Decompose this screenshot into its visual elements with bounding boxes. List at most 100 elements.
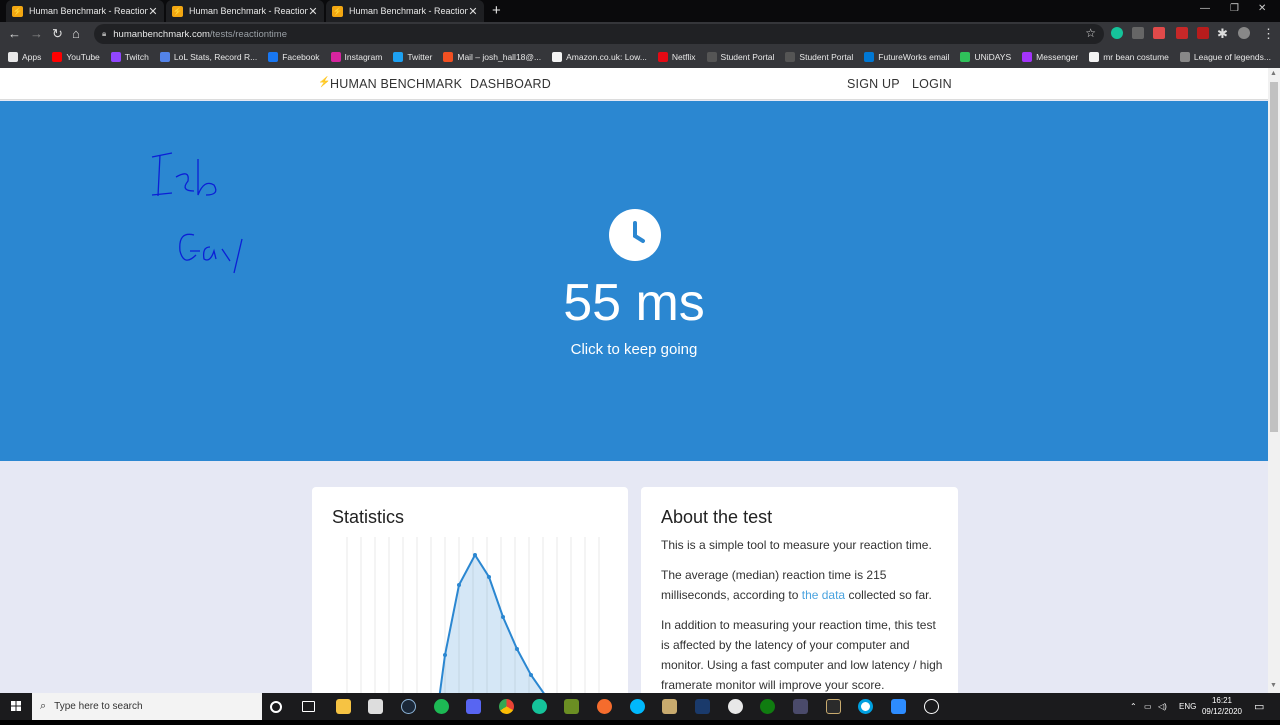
brand-link[interactable]: HUMAN BENCHMARK xyxy=(330,77,462,91)
reaction-distribution-chart xyxy=(346,537,600,693)
avatar[interactable] xyxy=(1238,27,1250,39)
extension-icon[interactable] xyxy=(1153,27,1165,39)
page-scrollbar[interactable]: ▲ ▼ xyxy=(1268,68,1280,693)
steam-icon[interactable] xyxy=(401,699,416,714)
close-icon[interactable]: ✕ xyxy=(468,5,478,18)
login-link[interactable]: LOGIN xyxy=(912,77,952,91)
about-paragraph: The average (median) reaction time is 21… xyxy=(661,565,946,605)
close-icon[interactable]: ✕ xyxy=(308,5,318,18)
browser-tab[interactable]: ⚡ Human Benchmark - Reaction Time ✕ xyxy=(166,0,324,22)
reaction-test-area[interactable]: 55 ms Click to keep going xyxy=(0,101,1268,461)
extension-icon[interactable] xyxy=(1176,27,1188,39)
app-icon[interactable] xyxy=(728,699,743,714)
chrome-icon[interactable] xyxy=(499,699,514,714)
league-of-legends-icon[interactable] xyxy=(662,699,677,714)
bookmark-item[interactable]: Apps xyxy=(8,52,41,62)
window-close-icon[interactable]: ✕ xyxy=(1258,3,1266,14)
signup-link[interactable]: SIGN UP xyxy=(847,77,900,91)
browser-tab[interactable]: ⚡ Human Benchmark - Reaction Time ✕ xyxy=(326,0,484,22)
bookmark-star-icon[interactable]: ☆ xyxy=(1085,26,1096,40)
store-icon[interactable] xyxy=(368,699,383,714)
minimize-icon[interactable]: — xyxy=(1200,3,1210,14)
scrollbar-thumb[interactable] xyxy=(1270,82,1278,432)
language-indicator[interactable]: ENG xyxy=(1179,702,1196,711)
puzzle-icon[interactable]: ✱ xyxy=(1217,26,1228,42)
browser-toolbar: ← → ↻ ⌂ 🔒︎ humanbenchmark.com/tests/reac… xyxy=(0,22,1280,46)
bookmark-item[interactable]: Mail – josh_hall18@... xyxy=(443,52,541,62)
bookmark-item[interactable]: Instagram xyxy=(330,52,382,62)
taskbar-search-box[interactable]: ⌕ Type here to search xyxy=(32,693,262,720)
bookmark-item[interactable]: YouTube xyxy=(52,52,100,62)
bookmark-item[interactable]: LoL Stats, Record R... xyxy=(159,52,257,62)
search-placeholder: Type here to search xyxy=(54,701,143,712)
grammarly-extension-icon[interactable] xyxy=(1111,27,1123,39)
bookmark-item[interactable]: mr bean costume xyxy=(1089,52,1169,62)
about-text: collected so far. xyxy=(845,588,932,602)
new-tab-icon[interactable]: + xyxy=(492,2,501,19)
bookmark-item[interactable]: Twitter xyxy=(393,52,432,62)
apps-grid-icon xyxy=(8,52,18,62)
file-explorer-icon[interactable] xyxy=(336,699,351,714)
bookmark-favicon-icon xyxy=(159,52,170,62)
taskbar-clock[interactable]: 16:21 09/12/2020 xyxy=(1196,695,1248,717)
windows-start-icon[interactable] xyxy=(0,693,32,720)
reload-icon[interactable]: ↻ xyxy=(52,26,63,42)
zoom-icon[interactable] xyxy=(891,699,906,714)
network-icon[interactable]: ▭ xyxy=(1144,702,1152,711)
extension-icon[interactable] xyxy=(1197,27,1209,39)
menu-icon[interactable]: ⋮ xyxy=(1262,26,1275,42)
bookmark-item[interactable]: Amazon.co.uk: Low... xyxy=(552,52,647,62)
tab-title: Human Benchmark - Reaction Time xyxy=(29,6,148,16)
bookmark-item[interactable]: Netflix xyxy=(657,52,696,62)
bookmark-item[interactable]: Twitch xyxy=(110,52,149,62)
app-icon[interactable] xyxy=(924,699,939,714)
search-icon: ⌕ xyxy=(40,700,47,712)
bookmark-label: Messenger xyxy=(1036,52,1079,62)
bookmark-label: Mail – josh_hall18@... xyxy=(457,52,542,62)
bookmark-item[interactable]: FutureWorks email xyxy=(864,52,949,62)
scroll-up-icon[interactable]: ▲ xyxy=(1270,70,1277,77)
app-icon[interactable] xyxy=(793,699,808,714)
chevron-up-icon[interactable]: ⌃ xyxy=(1130,702,1137,711)
spotify-icon[interactable] xyxy=(434,699,449,714)
origin-icon[interactable] xyxy=(597,699,612,714)
data-link[interactable]: the data xyxy=(802,588,845,602)
bookmark-item[interactable]: Student Portal xyxy=(785,52,853,62)
bookmark-label: mr bean costume xyxy=(1103,52,1169,62)
back-icon[interactable]: ← xyxy=(8,26,21,42)
extension-icon[interactable] xyxy=(1132,27,1144,39)
app-icon[interactable] xyxy=(695,699,710,714)
bookmark-favicon-icon xyxy=(330,52,341,62)
logitech-icon[interactable] xyxy=(630,699,645,714)
bookmark-item[interactable]: Facebook xyxy=(268,52,320,62)
volume-icon[interactable]: ◁) xyxy=(1158,702,1167,711)
app-icon[interactable] xyxy=(858,699,873,714)
maximize-icon[interactable]: ❐ xyxy=(1230,3,1239,14)
bookmark-favicon-icon xyxy=(657,52,668,62)
bookmark-label: Twitter xyxy=(407,52,433,62)
grammarly-icon[interactable] xyxy=(532,699,547,714)
notifications-icon[interactable]: ▭ xyxy=(1254,700,1264,713)
legends-of-runeterra-icon[interactable] xyxy=(826,699,841,714)
bookmark-item[interactable]: League of legends... xyxy=(1179,52,1271,62)
bookmark-favicon-icon xyxy=(706,52,717,62)
lock-icon: 🔒︎ xyxy=(102,29,107,38)
discord-icon[interactable] xyxy=(466,699,481,714)
bookmark-item[interactable]: UNiDAYS xyxy=(960,52,1011,62)
bookmark-item[interactable]: Student Portal xyxy=(706,52,774,62)
url-host: humanbenchmark.com xyxy=(113,28,210,40)
forward-icon[interactable]: → xyxy=(30,26,43,42)
browser-tab[interactable]: ⚡ Human Benchmark - Reaction Time ✕ xyxy=(6,0,164,22)
scroll-down-icon[interactable]: ▼ xyxy=(1270,682,1277,689)
task-view-icon[interactable] xyxy=(302,701,315,712)
close-icon[interactable]: ✕ xyxy=(148,5,158,18)
bookmark-favicon-icon xyxy=(864,52,875,62)
xbox-icon[interactable] xyxy=(760,699,775,714)
minecraft-icon[interactable] xyxy=(564,699,579,714)
address-bar[interactable]: 🔒︎ humanbenchmark.com/tests/reactiontime… xyxy=(94,24,1104,44)
cortana-icon[interactable] xyxy=(270,701,282,713)
bookmark-item[interactable]: Messenger xyxy=(1022,52,1078,62)
continue-prompt: Click to keep going xyxy=(570,341,698,358)
dashboard-link[interactable]: DASHBOARD xyxy=(470,77,551,91)
home-icon[interactable]: ⌂ xyxy=(72,26,80,42)
